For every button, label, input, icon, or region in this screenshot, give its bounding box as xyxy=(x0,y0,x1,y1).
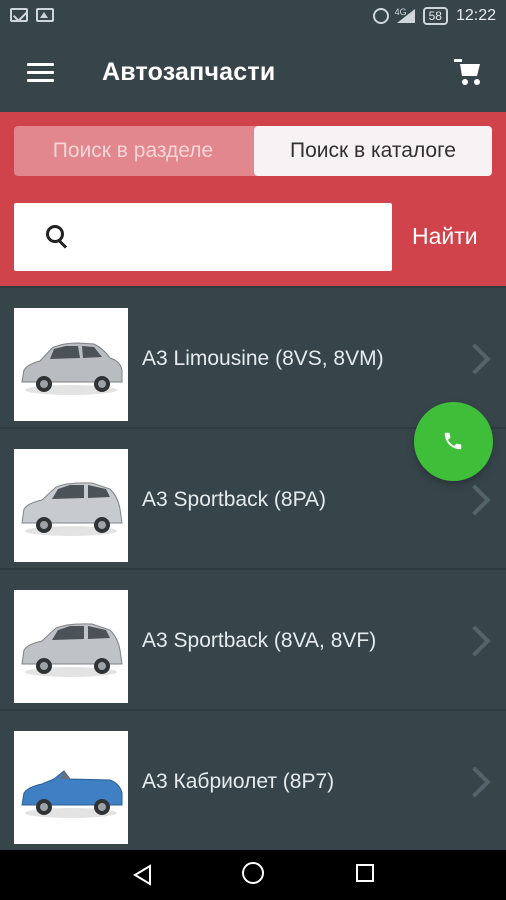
home-icon[interactable] xyxy=(242,862,264,884)
page-title: Автозапчасти xyxy=(102,58,276,86)
mail-notification-icon xyxy=(10,8,28,22)
search-panel: Поиск в разделе Поиск в каталоге Найти xyxy=(0,112,506,286)
chevron-right-icon xyxy=(459,484,491,516)
search-mode-tabs: Поиск в разделе Поиск в каталоге xyxy=(14,126,492,176)
tab-search-in-section[interactable]: Поиск в разделе xyxy=(14,126,252,176)
chevron-right-icon xyxy=(459,766,491,798)
tab-search-in-catalog[interactable]: Поиск в каталоге xyxy=(254,126,492,176)
menu-icon[interactable] xyxy=(27,63,54,83)
car-thumbnail xyxy=(14,449,128,562)
system-navigation-bar xyxy=(0,850,506,900)
model-name: A3 Sportback (8VA, 8VF) xyxy=(142,628,377,652)
car-thumbnail xyxy=(14,590,128,703)
app-toolbar: Автозапчасти xyxy=(0,34,506,112)
status-time: 12:22 xyxy=(455,7,496,24)
car-thumbnail xyxy=(14,308,128,421)
model-name: A3 Кабриолет (8P7) xyxy=(142,769,335,793)
search-input[interactable] xyxy=(84,203,378,273)
shopping-cart-icon[interactable] xyxy=(454,56,486,88)
list-item[interactable]: A3 Sportback (8VA, 8VF) xyxy=(0,568,506,709)
status-bar: 4G 58 12:22 xyxy=(0,0,506,34)
chevron-right-icon xyxy=(459,343,491,375)
call-button[interactable] xyxy=(414,402,493,481)
chevron-right-icon xyxy=(459,625,491,657)
model-name: A3 Sportback (8PA) xyxy=(142,487,327,511)
battery-indicator: 58 xyxy=(422,7,448,25)
search-field-container xyxy=(14,203,392,273)
list-item[interactable]: A3 Кабриолет (8P7) xyxy=(0,709,506,850)
model-list: A3 Limousine (8VS, 8VM) A3 Sportback (8P… xyxy=(0,286,506,850)
list-item[interactable]: A3 Limousine (8VS, 8VM) xyxy=(0,286,506,427)
search-icon xyxy=(46,225,68,249)
signal-icon: 4G xyxy=(395,7,415,23)
alarm-icon xyxy=(372,8,389,24)
phone-icon xyxy=(444,432,462,450)
image-notification-icon xyxy=(36,8,54,22)
recent-apps-icon[interactable] xyxy=(356,864,374,882)
car-thumbnail xyxy=(14,731,128,844)
find-button[interactable]: Найти xyxy=(412,223,478,250)
back-icon[interactable] xyxy=(132,864,152,886)
model-name: A3 Limousine (8VS, 8VM) xyxy=(142,346,384,370)
